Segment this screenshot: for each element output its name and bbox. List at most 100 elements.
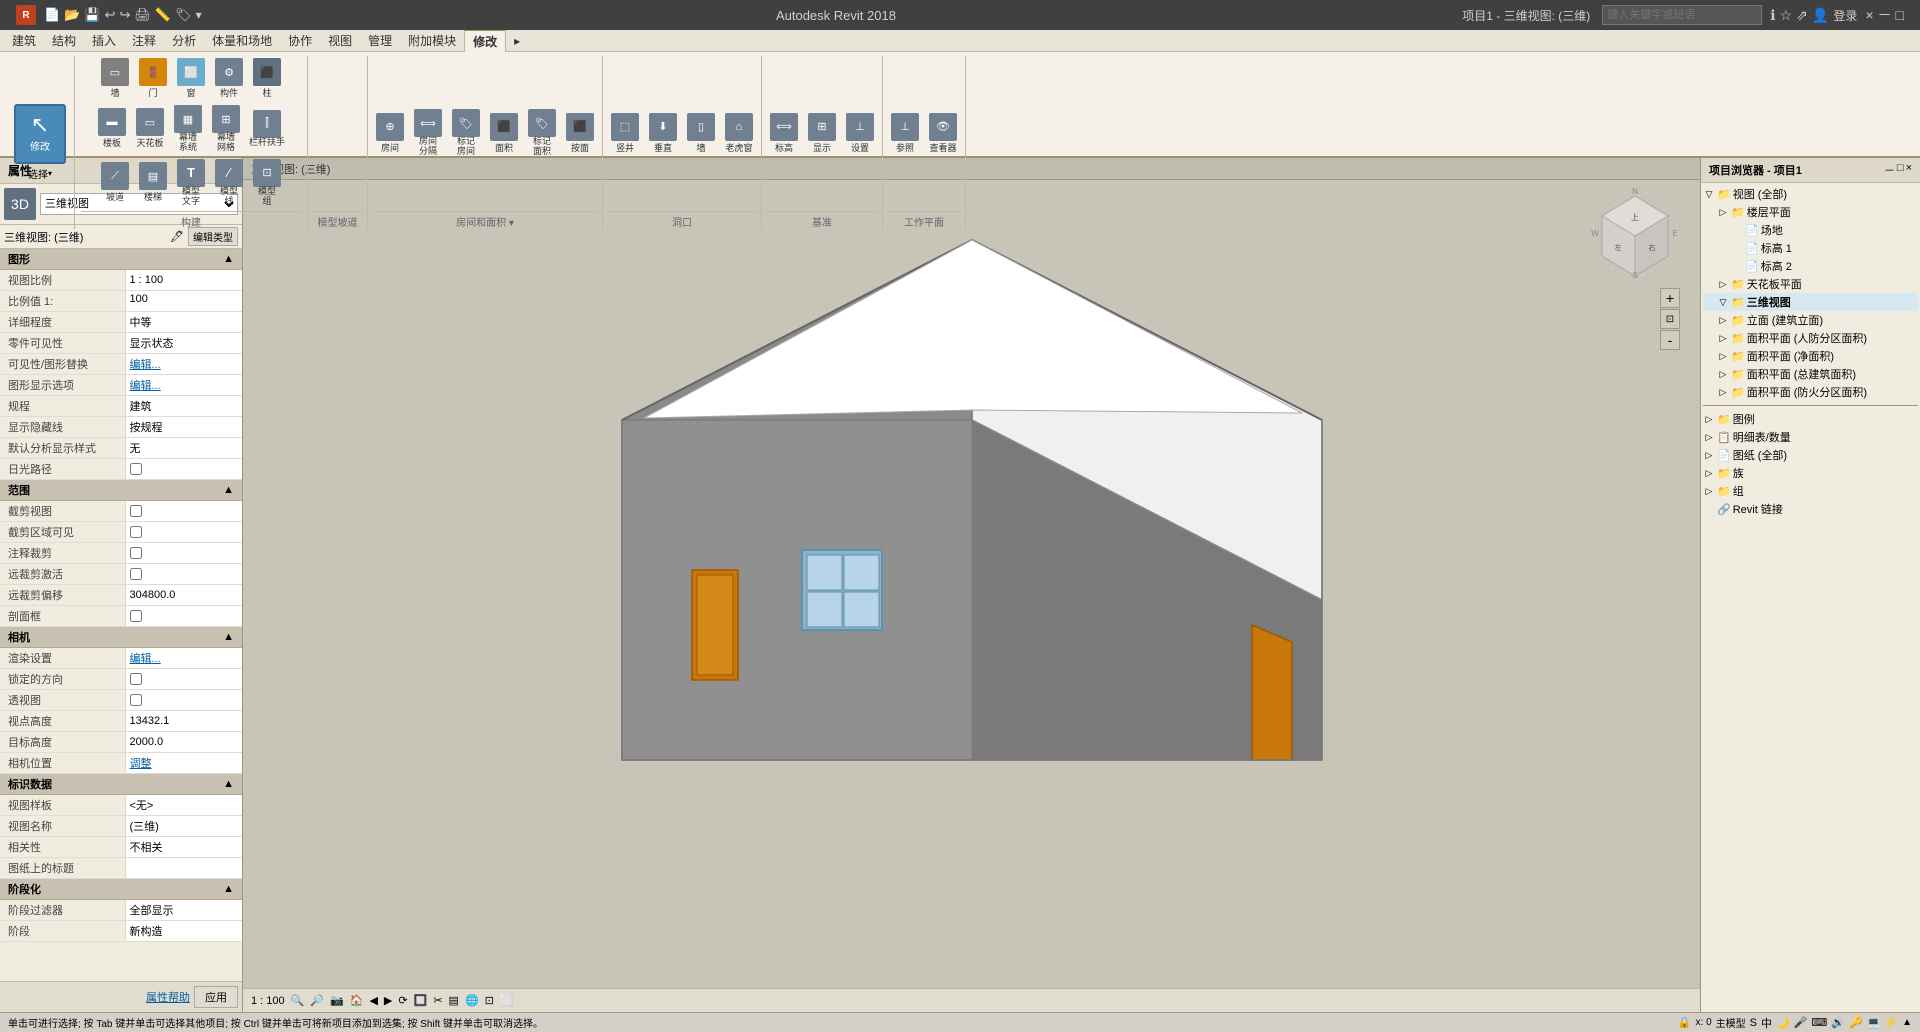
model-text-btn[interactable]: T 模型文字 <box>173 157 209 209</box>
section-graphics-header[interactable]: 图形▲ <box>0 249 242 270</box>
share-icon[interactable]: ⇗ <box>1796 7 1808 24</box>
menu-extra[interactable]: ▸ <box>506 32 528 50</box>
left-splitter[interactable] <box>243 158 245 1012</box>
wall-btn[interactable]: ▭ 墙 <box>97 56 133 101</box>
tree-item-area-net[interactable]: ▷ 📁 面积平面 (净面积) <box>1703 347 1918 365</box>
status-icon-2[interactable]: 中 <box>1761 1015 1772 1031</box>
phase-filter-val[interactable]: 全部显示 <box>126 900 243 920</box>
qa-open[interactable]: 📂 <box>64 7 80 23</box>
view-template-val[interactable]: <无> <box>126 795 243 815</box>
window-btn[interactable]: ⬜ 窗 <box>173 56 209 101</box>
vertical-btn[interactable]: ⬇ 垂直 <box>645 111 681 156</box>
tree-item-area-fire[interactable]: ▷ 📁 面积平面 (防火分区面积) <box>1703 383 1918 401</box>
tree-item-elevation[interactable]: ▷ 📁 立面 (建筑立面) <box>1703 311 1918 329</box>
phase-val[interactable]: 新构造 <box>126 921 243 941</box>
parts-vis-val[interactable]: 显示状态 <box>126 333 243 353</box>
qa-redo[interactable]: ↪ <box>119 7 130 23</box>
canvas-tool-7[interactable]: ⟳ <box>398 994 407 1007</box>
by-face-btn[interactable]: ⬛ 按面 <box>562 111 598 156</box>
scale-indicator[interactable]: 1 : 100 <box>251 995 285 1007</box>
camera-pos-link[interactable]: 调整 <box>126 753 243 773</box>
status-icon-8[interactable]: 💻 <box>1867 1016 1881 1029</box>
menu-addins[interactable]: 附加模块 <box>400 30 464 51</box>
vg-link[interactable]: 编辑... <box>126 354 243 374</box>
info-icon[interactable]: ℹ <box>1770 7 1775 24</box>
search-input[interactable] <box>1602 5 1762 25</box>
ref-set-btn[interactable]: ⊥ 参照 <box>887 111 923 156</box>
floor-btn[interactable]: ▬ 楼板 <box>94 106 130 151</box>
view-name-val[interactable]: (三维) <box>126 816 243 836</box>
tree-item-level1[interactable]: 📄 标高 1 <box>1703 239 1918 257</box>
eye-height-value[interactable] <box>126 711 243 731</box>
grid-btn[interactable]: ⊞ 显示 <box>804 111 840 156</box>
canvas-tool-3[interactable]: 📷 <box>330 994 344 1007</box>
level-btn[interactable]: ⟺ 标高 <box>766 111 802 156</box>
star-icon[interactable]: ☆ <box>1780 7 1793 24</box>
far-clip-checkbox[interactable] <box>130 568 142 580</box>
tree-item-3d-view[interactable]: ▽ 📁 三维视图 <box>1703 293 1918 311</box>
status-icon-7[interactable]: 🔑 <box>1849 1016 1863 1029</box>
target-height-value[interactable] <box>126 732 243 752</box>
zoom-in-btn[interactable]: + <box>1660 288 1680 308</box>
curtain-system-btn[interactable]: ▦ 幕墙系统 <box>170 103 206 155</box>
tag-room-btn[interactable]: 🏷 标记房间 <box>448 107 484 159</box>
section-phasing-header[interactable]: 阶段化▲ <box>0 879 242 900</box>
tree-item-families[interactable]: ▷ 📁 族 <box>1703 464 1918 482</box>
clip-view-checkbox[interactable] <box>130 505 142 517</box>
status-icon-5[interactable]: ⌨ <box>1811 1016 1827 1029</box>
menu-modify[interactable]: 修改 <box>464 30 506 52</box>
room-sep-btn[interactable]: ⟺ 房间分隔 <box>410 107 446 159</box>
door-btn[interactable]: 🚪 门 <box>135 56 171 101</box>
tag-area-btn[interactable]: 🏷 标记面积 <box>524 107 560 159</box>
tree-item-legend[interactable]: ▷ 📁 图例 <box>1703 410 1918 428</box>
canvas-area[interactable]: 三维视图: (三维) <box>243 158 1700 1012</box>
viewer-btn[interactable]: 👁 查看器 <box>925 111 961 156</box>
qa-tag[interactable]: 🏷 <box>175 7 192 23</box>
tree-item-sheets[interactable]: ▷ 📄 图纸 (全部) <box>1703 446 1918 464</box>
status-icon-1[interactable]: S <box>1750 1017 1757 1029</box>
stair-btn[interactable]: ▤ 楼梯 <box>135 160 171 205</box>
menu-manage[interactable]: 管理 <box>360 30 400 51</box>
tree-item-area-civil[interactable]: ▷ 📁 面积平面 (人防分区面积) <box>1703 329 1918 347</box>
menu-annotate[interactable]: 注释 <box>124 30 164 51</box>
canvas-tool-2[interactable]: 🔎 <box>310 994 324 1007</box>
railing-btn[interactable]: ⫿ 栏杆扶手 <box>246 108 288 150</box>
tree-item-schedules[interactable]: ▷ 📋 明细表/数量 <box>1703 428 1918 446</box>
properties-help-link[interactable]: 属性帮助 <box>146 989 190 1005</box>
wall-opening-btn[interactable]: ▯ 墙 <box>683 111 719 156</box>
restore-icon[interactable]: □ <box>1896 7 1904 23</box>
status-lock-icon[interactable]: 🔒 <box>1678 1016 1692 1029</box>
prop-scale-value[interactable] <box>126 270 243 290</box>
qa-print[interactable]: 🖨 <box>134 7 151 23</box>
select-dropdown[interactable]: 选择 ▾ <box>28 166 52 181</box>
annot-clip-checkbox[interactable] <box>130 547 142 559</box>
model-group-btn[interactable]: ⊡ 模型组 <box>249 157 285 209</box>
login-btn[interactable]: 登录 <box>1833 7 1857 24</box>
canvas-tool-11[interactable]: 🌐 <box>465 994 479 1007</box>
menu-architecture[interactable]: 建筑 <box>4 30 44 51</box>
menu-analyze[interactable]: 分析 <box>164 30 204 51</box>
tree-item-revit-links[interactable]: 🔗 Revit 链接 <box>1703 500 1918 518</box>
tree-item-level2[interactable]: 📄 标高 2 <box>1703 257 1918 275</box>
component-btn[interactable]: ⚙ 构件 <box>211 56 247 101</box>
canvas-tool-9[interactable]: ✂ <box>433 994 442 1007</box>
tree-item-area-gross[interactable]: ▷ 📁 面积平面 (总建筑面积) <box>1703 365 1918 383</box>
far-offset-value[interactable] <box>126 585 243 605</box>
lock-dir-checkbox[interactable] <box>130 673 142 685</box>
graphic-disp-link[interactable]: 编辑... <box>126 375 243 395</box>
close-x-icon[interactable]: × <box>1865 7 1873 23</box>
model-line-btn[interactable]: ∕ 模型线 <box>211 157 247 209</box>
menu-view[interactable]: 视图 <box>320 30 360 51</box>
ceiling-btn[interactable]: ▭ 天花板 <box>132 106 168 151</box>
modify-select-btn[interactable]: ↖ 修改 <box>14 104 66 164</box>
canvas-tool-6[interactable]: ▶ <box>384 994 392 1007</box>
qa-save[interactable]: 💾 <box>84 7 100 23</box>
tree-item-ceiling-plan[interactable]: ▷ 📁 天花板平面 <box>1703 275 1918 293</box>
curtain-grid-btn[interactable]: ⊞ 幕墙网格 <box>208 103 244 155</box>
properties-apply-btn[interactable]: 应用 <box>194 986 238 1008</box>
sheet-title-value[interactable] <box>126 858 243 878</box>
perspective-checkbox[interactable] <box>130 694 142 706</box>
qa-dropdown[interactable]: ▾ <box>196 8 202 22</box>
clip-visible-checkbox[interactable] <box>130 526 142 538</box>
menu-structure[interactable]: 结构 <box>44 30 84 51</box>
